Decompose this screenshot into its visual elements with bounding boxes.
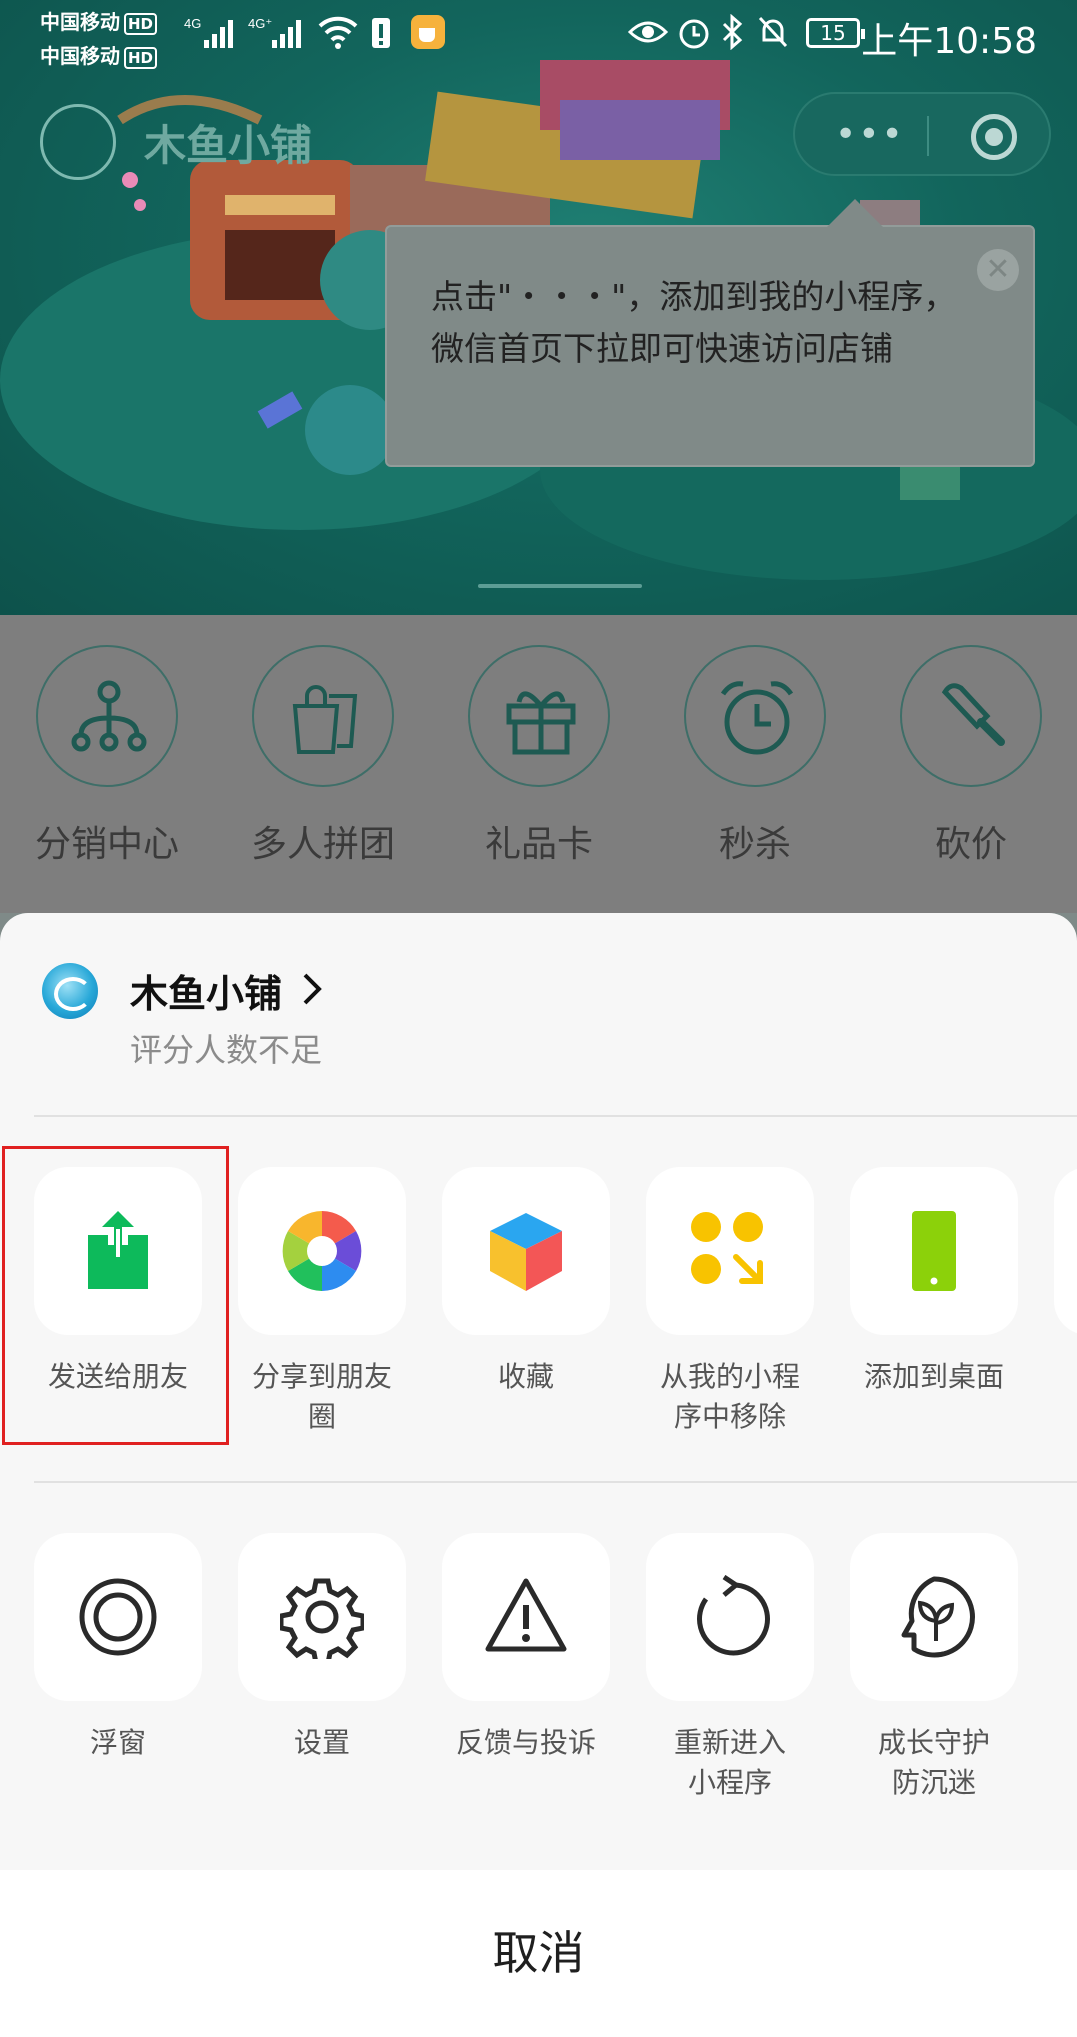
action-feedback[interactable]: 反馈与投诉	[431, 1533, 621, 1763]
knife-icon	[941, 683, 1005, 746]
status-bar: 中国移动 HD 中国移动 HD 4G 4G⁺ 15 上午10:58	[0, 0, 1077, 70]
app-logo	[40, 104, 116, 180]
close-miniprogram-icon[interactable]	[971, 114, 1017, 160]
action-label: 添加到桌面	[863, 1360, 1004, 1393]
action-favorite[interactable]: 收藏	[431, 1167, 621, 1397]
add-to-desktop-icon	[912, 1211, 956, 1291]
chevron-right-icon	[303, 973, 322, 1005]
battery-alert-icon	[372, 18, 390, 48]
action-growth-guard[interactable]: 成长守护 防沉迷	[839, 1533, 1029, 1803]
close-icon[interactable]: ✕	[977, 249, 1019, 291]
quick-nav-label: 多人拼团	[250, 824, 395, 865]
action-label: 浮窗	[89, 1726, 146, 1759]
quick-nav-label: 秒杀	[718, 824, 791, 865]
shopping-bag-icon	[292, 685, 358, 754]
divider	[34, 1115, 1077, 1117]
cancel-bar: 取消	[0, 1870, 1077, 2037]
svg-text:4G: 4G	[184, 16, 201, 31]
carrier-1: 中国移动 HD	[40, 6, 158, 35]
more-icon[interactable]: •••	[835, 114, 905, 155]
floating-window-icon	[79, 1578, 157, 1656]
action-floating-window[interactable]: 浮窗	[23, 1533, 213, 1763]
cancel-button[interactable]: 取消	[0, 1870, 1077, 2037]
alarm-clock-icon	[720, 681, 794, 755]
action-label: 收藏	[497, 1360, 554, 1393]
svg-text:4G⁺: 4G⁺	[248, 16, 272, 31]
carrier-2: 中国移动 HD	[40, 40, 158, 69]
action-label: 分享到朋友 圈	[251, 1360, 392, 1433]
action-label: 成长守护 防沉迷	[877, 1726, 990, 1799]
quick-nav-flash-sale[interactable]: 秒杀	[660, 645, 850, 867]
action-settings[interactable]: 设置	[227, 1533, 417, 1763]
divider	[34, 1481, 1077, 1483]
rating-text: 评分人数不足	[130, 1031, 323, 1069]
battery-indicator: 15	[806, 18, 865, 48]
banner-indicator	[478, 584, 642, 588]
quick-nav-label: 砍价	[934, 824, 1007, 865]
settings-gear-icon	[280, 1578, 364, 1659]
action-label: 从我的小程 序中移除	[659, 1360, 800, 1433]
distribution-icon	[71, 680, 147, 752]
gift-icon	[506, 691, 576, 755]
action-share-moments[interactable]: 分享到朋友 圈	[227, 1167, 417, 1437]
mini-program-name[interactable]: 木鱼小铺	[130, 963, 282, 1018]
signal-icon-2: 4G⁺	[248, 16, 301, 48]
bluetooth-icon	[722, 14, 743, 50]
app-title: 木鱼小铺	[144, 121, 313, 170]
warning-icon	[485, 1578, 567, 1652]
moments-icon	[282, 1211, 362, 1291]
alarm-icon	[679, 19, 709, 49]
mini-program-logo	[42, 963, 98, 1019]
mini-program-page: 中国移动 HD 中国移动 HD 4G 4G⁺ 15 上午10:58 木鱼小铺 •…	[0, 0, 1077, 913]
mute-bell-icon	[758, 16, 788, 48]
quick-nav-distribution[interactable]: 分销中心	[12, 645, 202, 867]
action-remove-miniprogram[interactable]: 从我的小程 序中移除	[635, 1167, 825, 1437]
quick-nav-bargain[interactable]: 砍价	[876, 645, 1066, 867]
add-tip-tooltip: 点击"・・・"，添加到我的小程序， 微信首页下拉即可快速访问店铺 ✕	[385, 199, 1035, 467]
capsule-menu[interactable]: •••	[793, 92, 1051, 176]
quick-nav-gift-card[interactable]: 礼品卡	[444, 645, 634, 867]
action-sheet: 木鱼小铺 评分人数不足 发送给朋友 分享到朋友 圈 收藏 从我的小程 序中移除 …	[0, 913, 1077, 2037]
quick-nav: 分销中心 多人拼团 礼品卡 秒杀 砍价	[0, 615, 1077, 913]
wifi-icon	[318, 16, 358, 49]
quick-nav-label: 分销中心	[34, 824, 179, 865]
remove-miniprogram-icon	[691, 1212, 763, 1284]
eye-icon	[628, 21, 668, 43]
app-notification-icon	[411, 15, 445, 49]
favorite-cube-icon	[490, 1213, 562, 1291]
action-more-partial[interactable]: 分	[1043, 1167, 1077, 1397]
action-label: 反馈与投诉	[455, 1726, 596, 1759]
tooltip-text: 点击"・・・"，添加到我的小程序， 微信首页下拉即可快速访问店铺	[431, 277, 957, 368]
reload-icon	[697, 1575, 770, 1656]
capsule-divider	[927, 116, 929, 156]
quick-nav-group-buy[interactable]: 多人拼团	[228, 645, 418, 867]
quick-nav-label: 礼品卡	[484, 824, 593, 865]
action-add-to-desktop[interactable]: 添加到桌面	[839, 1167, 1029, 1397]
sheet-header[interactable]: 木鱼小铺 评分人数不足	[0, 913, 1077, 1116]
action-label: 分	[1043, 1357, 1077, 1397]
signal-icon: 4G	[184, 16, 233, 48]
action-label: 重新进入 小程序	[673, 1726, 786, 1799]
action-label: 设置	[293, 1726, 350, 1759]
clock: 上午10:58	[861, 21, 1037, 62]
action-reenter[interactable]: 重新进入 小程序	[635, 1533, 825, 1803]
highlight-box	[2, 1146, 229, 1445]
sprout-shield-icon	[901, 1576, 975, 1658]
